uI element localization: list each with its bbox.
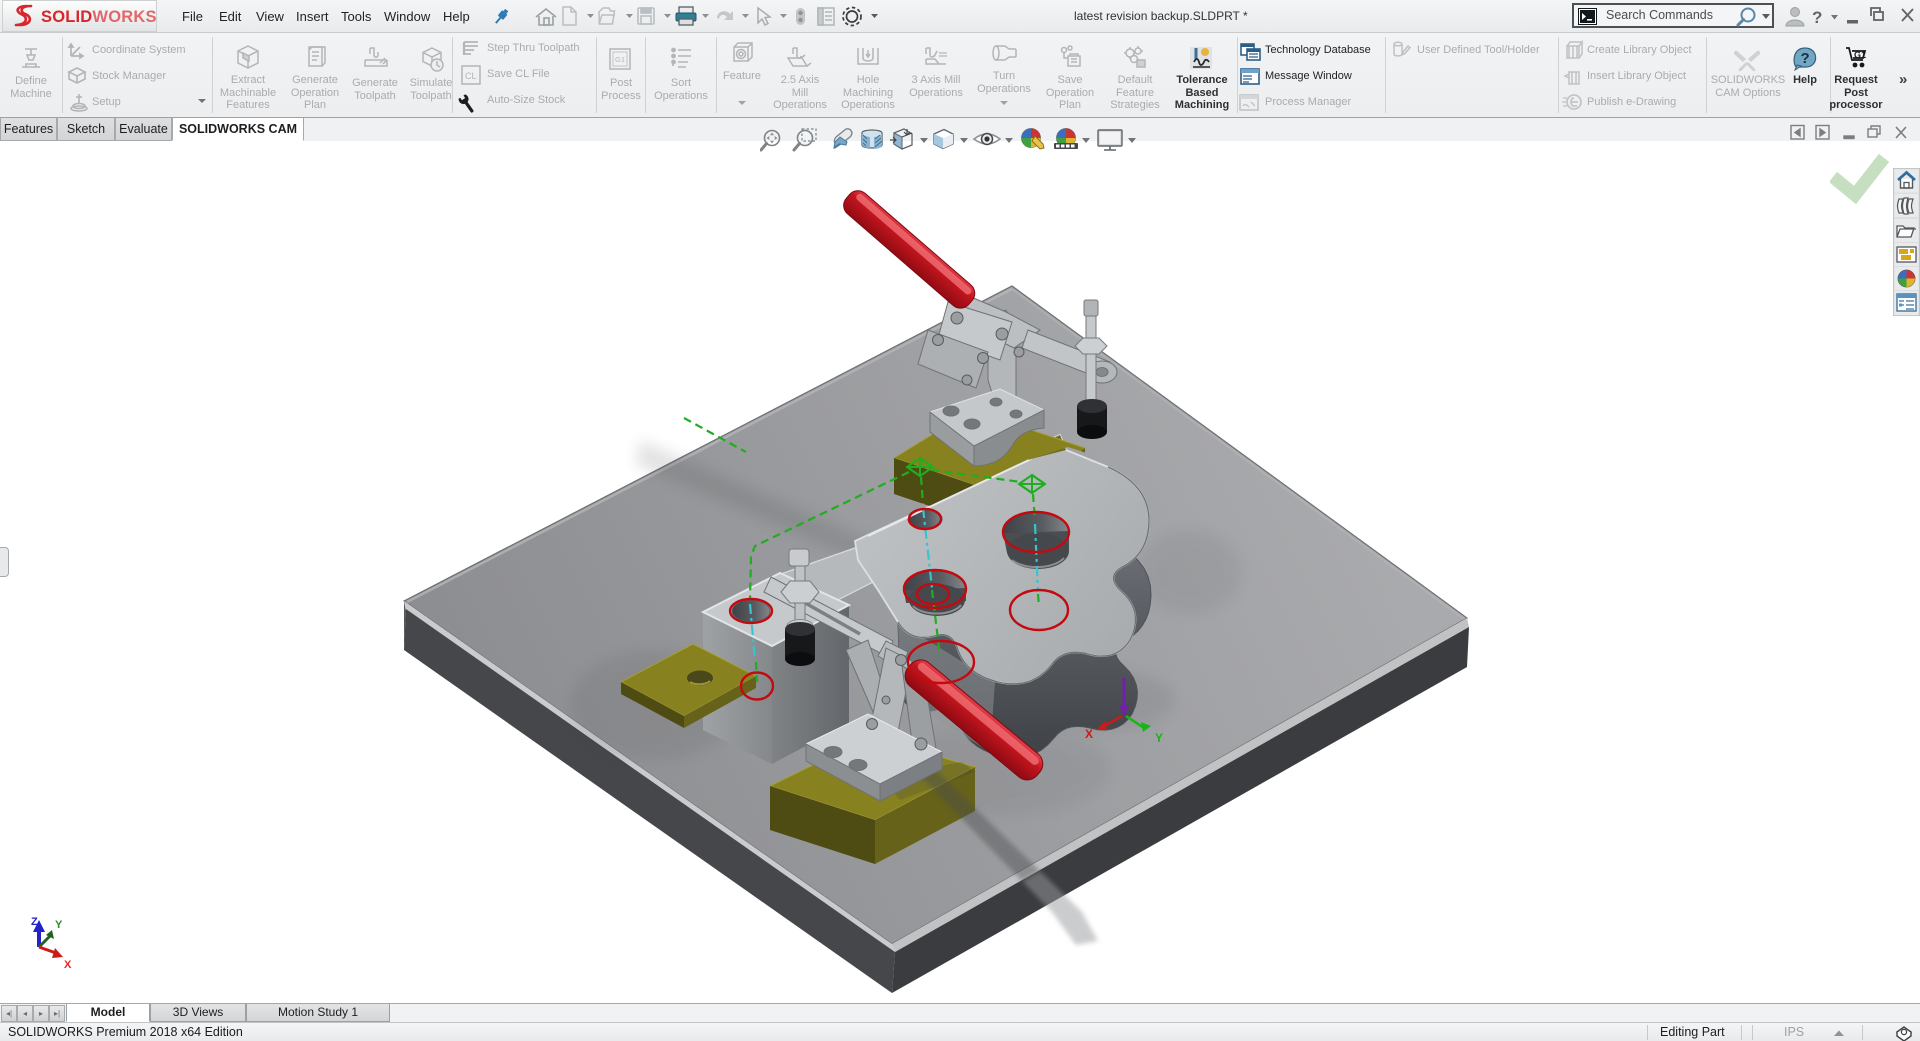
svg-text:G1: G1 bbox=[1854, 50, 1866, 60]
svg-text:?: ? bbox=[1801, 50, 1810, 67]
svg-text:Y: Y bbox=[1155, 731, 1163, 745]
svg-text:Z: Z bbox=[31, 916, 38, 928]
svg-text:Y: Y bbox=[55, 919, 63, 931]
svg-text:CL: CL bbox=[465, 71, 477, 81]
svg-text:X: X bbox=[64, 959, 72, 971]
svg-text:?: ? bbox=[1812, 8, 1822, 27]
svg-text:X: X bbox=[1085, 727, 1093, 741]
svg-text:G1: G1 bbox=[615, 55, 625, 64]
svg-text:SOLIDWORKS: SOLIDWORKS bbox=[41, 8, 156, 26]
